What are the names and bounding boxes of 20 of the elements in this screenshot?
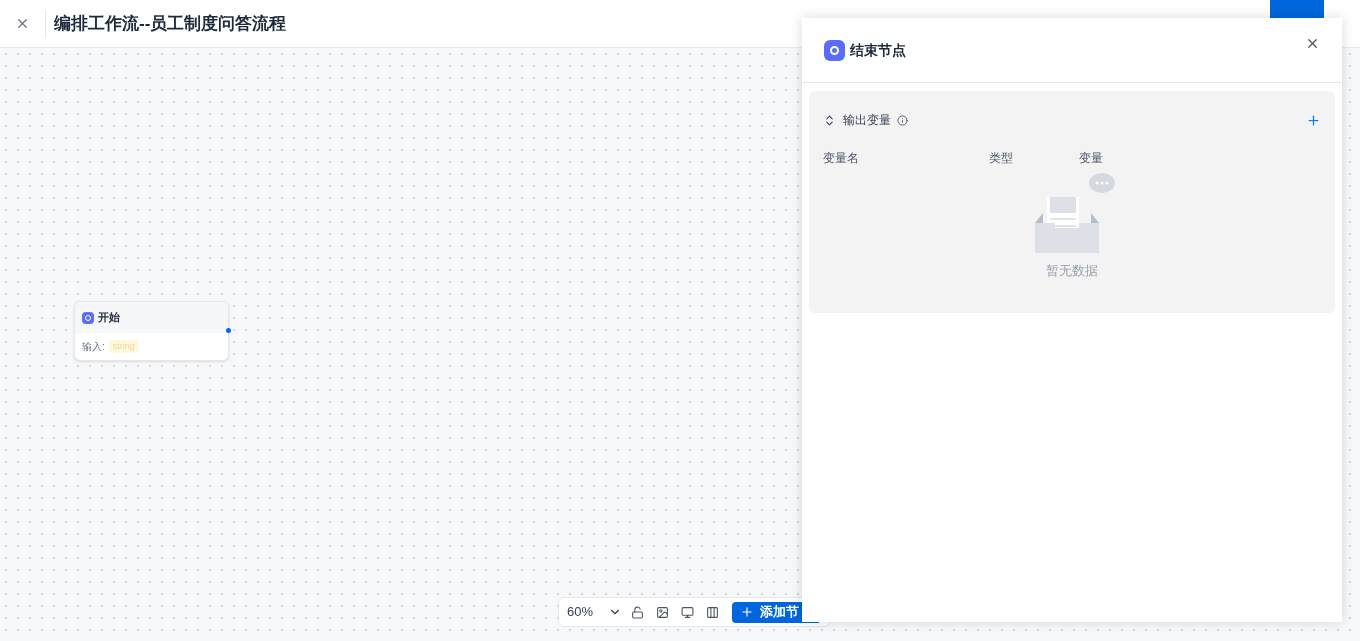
panel-title: 结束节点 — [850, 40, 906, 60]
info-icon — [897, 114, 908, 126]
section-title: 输出变量 — [843, 112, 891, 129]
type-tag: string — [108, 339, 139, 354]
node-icon — [82, 311, 94, 324]
end-node-icon — [824, 39, 845, 61]
start-node[interactable]: 开始 输入: string — [74, 301, 229, 361]
node-title: 开始 — [98, 310, 120, 326]
column-header: 变量名 — [823, 150, 860, 167]
empty-text: 暂无数据 — [1046, 262, 1098, 280]
connection-handle[interactable] — [226, 328, 231, 333]
column-header: 变量 — [1079, 150, 1103, 167]
expand-toggle-icon[interactable] — [823, 113, 836, 127]
page-title: 编排工作流--员工制度问答流程 — [54, 12, 287, 35]
column-header: 类型 — [989, 150, 1014, 167]
add-button[interactable] — [1306, 112, 1321, 128]
plus-icon — [740, 605, 755, 619]
zoom-select[interactable]: 60% — [567, 602, 623, 622]
close-icon — [15, 16, 30, 31]
input-label: 输入: — [82, 340, 105, 354]
